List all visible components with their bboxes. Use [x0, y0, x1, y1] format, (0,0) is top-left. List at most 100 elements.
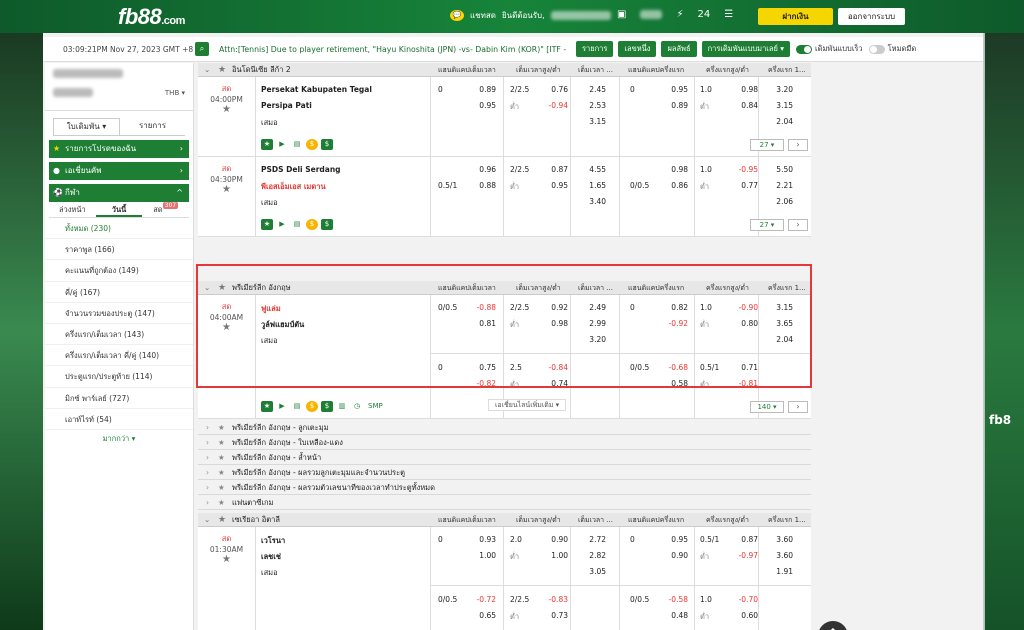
- section-favorites[interactable]: ★ รายการโปรดของฉัน ›: [49, 140, 189, 158]
- odds-cell[interactable]: 2/2.5: [510, 303, 540, 312]
- chart-icon[interactable]: ▥: [336, 401, 348, 412]
- smp-icon[interactable]: SMP: [366, 401, 385, 412]
- expand-icon[interactable]: ›: [206, 496, 209, 510]
- tab-live[interactable]: สด 307: [142, 202, 189, 217]
- odds-cell[interactable]: -0.97: [728, 551, 758, 560]
- odds-cell[interactable]: 0.89: [658, 101, 688, 110]
- under-label[interactable]: ต่ำ: [700, 379, 730, 391]
- odds-cell[interactable]: 0/0.5: [438, 595, 468, 604]
- odds-cell[interactable]: 0.77: [728, 181, 758, 190]
- odds-cell[interactable]: 0/0.5: [630, 181, 660, 190]
- odds-cell[interactable]: 2.0: [510, 535, 540, 544]
- odds-cell[interactable]: 0.87: [728, 535, 758, 544]
- odds-cell[interactable]: 0.88: [466, 181, 496, 190]
- odds-cell[interactable]: 1.0: [700, 595, 730, 604]
- odds-cell[interactable]: 2.45: [576, 85, 606, 94]
- odds-cell[interactable]: 2.04: [763, 117, 793, 126]
- under-label[interactable]: ต่ำ: [510, 181, 540, 193]
- section-asian-cup[interactable]: ● เอเชี่ยนคัพ ›: [49, 162, 189, 180]
- collapse-icon[interactable]: ⌄: [204, 513, 210, 527]
- cashout-icon[interactable]: $: [306, 219, 318, 230]
- under-label[interactable]: ต่ำ: [510, 611, 540, 623]
- odds-cell[interactable]: 0.95: [658, 85, 688, 94]
- odds-cell[interactable]: 3.20: [576, 335, 606, 344]
- next-market-button[interactable]: ›: [788, 139, 808, 151]
- sport-item[interactable]: มิกซ์ พาร์เลย์ (727): [45, 388, 193, 409]
- price-icon[interactable]: $: [321, 401, 333, 412]
- video-icon[interactable]: ▶: [276, 219, 288, 230]
- chat-label[interactable]: แชทสด: [470, 9, 496, 22]
- dark-mode-toggle[interactable]: [868, 44, 885, 54]
- odds-cell[interactable]: 0: [438, 535, 468, 544]
- odds-cell[interactable]: 0.90: [538, 535, 568, 544]
- quick-bet-toggle[interactable]: [796, 44, 813, 54]
- sport-item[interactable]: ครึ่งแรก/เต็มเวลา คี่/คู่ (140): [45, 345, 193, 367]
- favorite-star-icon[interactable]: ★: [198, 184, 255, 195]
- odds-cell[interactable]: 3.15: [763, 101, 793, 110]
- chat-icon[interactable]: 💬: [450, 10, 464, 21]
- odds-cell[interactable]: 2.53: [576, 101, 606, 110]
- odds-cell[interactable]: 1.0: [700, 165, 730, 174]
- odds-cell[interactable]: -0.72: [466, 595, 496, 604]
- odds-cell[interactable]: 2.49: [576, 303, 606, 312]
- star-icon[interactable]: ★: [218, 496, 225, 510]
- odds-cell[interactable]: 3.40: [576, 197, 606, 206]
- sub-league-row[interactable]: › ★ พรีเมียร์ลีก อังกฤษ - ลูกเตะมุม: [198, 421, 811, 435]
- odds-cell[interactable]: 0.98: [728, 85, 758, 94]
- odds-cell[interactable]: 4.55: [576, 165, 606, 174]
- odds-cell[interactable]: 0.76: [538, 85, 568, 94]
- odds-cell[interactable]: -0.90: [728, 303, 758, 312]
- odds-cell[interactable]: 0.65: [466, 611, 496, 620]
- video-icon[interactable]: ▶: [276, 401, 288, 412]
- expand-icon[interactable]: ›: [206, 421, 209, 435]
- under-label[interactable]: ต่ำ: [700, 319, 730, 331]
- under-label[interactable]: ต่ำ: [510, 551, 540, 563]
- odds-cell[interactable]: 0.84: [728, 101, 758, 110]
- odds-cell[interactable]: 0.89: [466, 85, 496, 94]
- star-icon[interactable]: ★: [218, 63, 226, 77]
- odds-cell[interactable]: 0.92: [538, 303, 568, 312]
- odds-cell[interactable]: 0.95: [466, 101, 496, 110]
- nav-number-button[interactable]: เลขหนึ่ง: [618, 41, 657, 57]
- announcement-marquee[interactable]: Attn:[Tennis] Due to player retirement, …: [219, 45, 571, 54]
- star-icon[interactable]: ★: [218, 466, 225, 480]
- odds-cell[interactable]: -0.70: [728, 595, 758, 604]
- sport-item[interactable]: ราคาพูล (166): [45, 239, 193, 261]
- odds-cell[interactable]: 1.00: [466, 551, 496, 560]
- stats-icon[interactable]: ▤: [291, 401, 303, 412]
- odds-cell[interactable]: 0.75: [466, 363, 496, 372]
- odds-cell[interactable]: 3.20: [763, 85, 793, 94]
- scroll-to-top-button[interactable]: ↑: [818, 621, 848, 630]
- favorite-star-icon[interactable]: ★: [198, 104, 255, 115]
- odds-cell[interactable]: 0: [630, 535, 660, 544]
- expand-icon[interactable]: ›: [206, 481, 209, 495]
- odds-cell[interactable]: 0.82: [658, 303, 688, 312]
- odds-cell[interactable]: 0.74: [538, 379, 568, 388]
- market-count-select[interactable]: 140 ▾: [750, 401, 784, 413]
- odds-cell[interactable]: 2.72: [576, 535, 606, 544]
- odds-cell[interactable]: -0.81: [728, 379, 758, 388]
- market-count-select[interactable]: 27 ▾: [750, 139, 784, 151]
- odds-cell[interactable]: 0.5/1: [438, 181, 468, 190]
- sport-item[interactable]: ทั้งหมด (230): [45, 218, 193, 240]
- odds-cell[interactable]: 2.04: [763, 335, 793, 344]
- odds-cell[interactable]: 3.15: [576, 117, 606, 126]
- stats-icon[interactable]: ▤: [291, 219, 303, 230]
- odds-cell[interactable]: 0.96: [466, 165, 496, 174]
- odds-cell[interactable]: 2/2.5: [510, 85, 540, 94]
- sub-league-row[interactable]: › ★ พรีเมียร์ลีก อังกฤษ - ผลรวมตัวเลขนาทีข…: [198, 481, 811, 495]
- odds-cell[interactable]: 2.5: [510, 363, 540, 372]
- league-header-premier[interactable]: ⌄ ★ พรีเมียร์ลีก อังกฤษ แฮนดิแคปเต็มเวลา เต็…: [198, 281, 811, 295]
- odds-cell[interactable]: 0: [438, 363, 468, 372]
- odds-cell[interactable]: 0.5/1: [700, 363, 730, 372]
- league-header-serie-a[interactable]: ⌄ ★ เซเรียอา อิตาลี แฮนดิแคปเต็มเวลา เต็มเวล…: [198, 513, 811, 527]
- sport-item[interactable]: ประตูแรก/ประตูท้าย (114): [45, 366, 193, 388]
- collapse-icon[interactable]: ⌄: [204, 281, 210, 295]
- odds-cell[interactable]: 3.60: [763, 535, 793, 544]
- under-label[interactable]: ต่ำ: [510, 379, 540, 391]
- odds-cell[interactable]: 2.99: [576, 319, 606, 328]
- under-label[interactable]: ต่ำ: [700, 611, 730, 623]
- odds-cell[interactable]: 5.50: [763, 165, 793, 174]
- odds-cell[interactable]: 1.0: [700, 85, 730, 94]
- odds-cell[interactable]: 3.60: [763, 551, 793, 560]
